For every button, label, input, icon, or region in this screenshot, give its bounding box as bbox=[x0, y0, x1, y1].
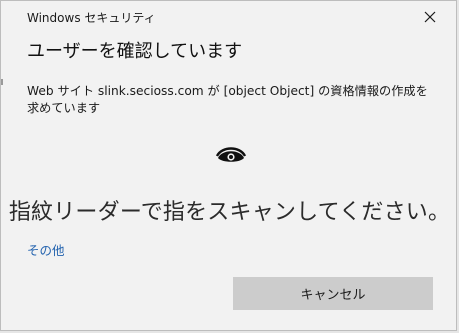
edge-marker bbox=[1, 79, 3, 85]
scan-prompt: 指紋リーダーで指をスキャンしてください。 bbox=[8, 200, 451, 225]
title-bar: Windows セキュリティ bbox=[1, 1, 456, 31]
dialog-heading: ユーザーを確認しています bbox=[27, 41, 243, 62]
cancel-button[interactable]: キャンセル bbox=[233, 277, 433, 310]
window-title: Windows セキュリティ bbox=[27, 11, 156, 25]
security-dialog: Windows セキュリティ ユーザーを確認しています Web サイト slin… bbox=[0, 0, 457, 331]
dialog-message: Web サイト slink.secioss.com が [object Obje… bbox=[27, 84, 428, 115]
fingerprint-icon bbox=[215, 147, 247, 162]
close-icon bbox=[424, 11, 436, 23]
more-options-link[interactable]: その他 bbox=[27, 240, 65, 259]
close-button[interactable] bbox=[408, 3, 452, 31]
